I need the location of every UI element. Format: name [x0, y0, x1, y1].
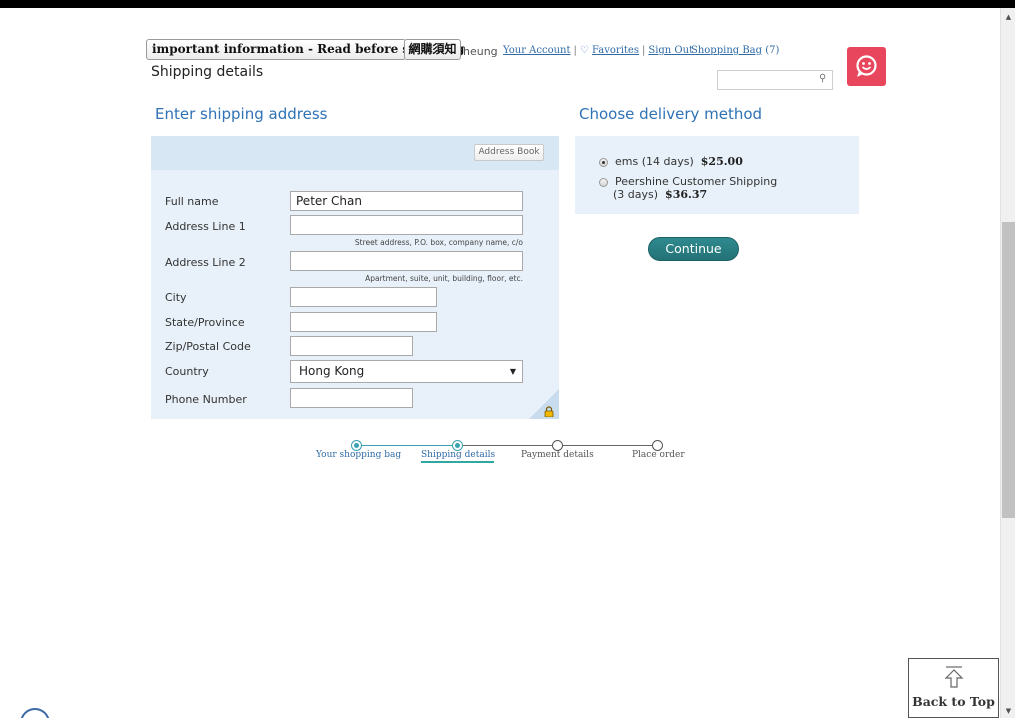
back-to-top-label: Back to Top [912, 694, 995, 709]
peershine-radio[interactable] [599, 178, 608, 187]
current-step-underline [421, 461, 494, 463]
shipping-address-heading: Enter shipping address [155, 105, 328, 123]
chat-widget-button[interactable] [20, 708, 50, 718]
shopping-bag-label: Shopping Bag [691, 45, 763, 56]
search-icon[interactable]: ⚲ [819, 73, 826, 84]
peershine-option-label[interactable]: Peershine Customer Shipping [615, 175, 777, 188]
chevron-down-icon: ▼ [509, 367, 516, 376]
scrollbar-thumb[interactable] [1002, 222, 1015, 518]
favorites-link[interactable]: Favorites [592, 45, 639, 56]
brand-logo[interactable] [847, 47, 886, 86]
address-line-1-field[interactable] [290, 215, 523, 235]
full-name-field[interactable]: Peter Chan [290, 191, 523, 211]
step-your-shopping-bag[interactable]: Your shopping bag [316, 450, 401, 460]
shipping-address-form: Address Book Full name Peter Chan Addres… [151, 136, 559, 419]
your-account-link[interactable]: Your Account [503, 45, 571, 56]
city-field[interactable] [290, 287, 437, 307]
country-select[interactable]: Hong Kong ▼ [290, 360, 523, 383]
vertical-scrollbar[interactable]: ▲ ▼ [1000, 8, 1015, 718]
continue-button[interactable]: Continue [648, 237, 739, 261]
zip-postal-code-field[interactable] [290, 336, 413, 356]
city-label: City [165, 291, 187, 304]
smiley-logo-icon [856, 55, 877, 77]
lock-icon [544, 406, 554, 417]
address-line-2-field[interactable] [290, 251, 523, 271]
progress-connector-done [356, 445, 457, 446]
state-province-field[interactable] [290, 312, 437, 332]
scroll-down-icon[interactable]: ▼ [1001, 706, 1015, 716]
nav-separator: | [641, 45, 646, 56]
shopping-bag-count: (7) [765, 45, 780, 56]
scroll-up-icon[interactable]: ▲ [1001, 12, 1015, 22]
peershine-option-details[interactable]: (3 days) $36.37 [613, 188, 707, 201]
address-form-header: Address Book [151, 136, 559, 170]
arrow-up-icon [944, 666, 964, 688]
nav-separator: | [573, 45, 577, 56]
peershine-price: $36.37 [665, 188, 708, 201]
address-line-1-hint: Street address, P.O. box, company name, … [354, 238, 523, 247]
full-name-label: Full name [165, 195, 219, 208]
heart-icon: ♡ [579, 45, 589, 56]
address-line-2-label: Address Line 2 [165, 256, 246, 269]
phone-number-label: Phone Number [165, 393, 247, 406]
page-viewport: important information - Read before shop… [0, 8, 1000, 718]
address-line-2-hint: Apartment, suite, unit, building, floor,… [365, 274, 523, 283]
account-nav: Your Account | ♡ Favorites | Sign Out [503, 45, 693, 56]
delivery-method-panel: ems (14 days) $25.00 Peershine Customer … [575, 136, 859, 214]
shopping-notice-button[interactable]: 網購須知 [404, 39, 461, 60]
search-input[interactable] [717, 70, 833, 90]
state-province-label: State/Province [165, 316, 245, 329]
ems-radio[interactable] [599, 158, 608, 167]
country-selected-value: Hong Kong [299, 364, 365, 378]
ems-price: $25.00 [700, 155, 743, 168]
address-line-1-label: Address Line 1 [165, 220, 246, 233]
important-information-button[interactable]: important information - Read before shop… [146, 39, 464, 60]
step-payment-details: Payment details [521, 450, 594, 460]
shopping-bag-link[interactable]: Shopping Bag (7) [691, 45, 779, 56]
zip-postal-code-label: Zip/Postal Code [165, 340, 251, 353]
delivery-method-heading: Choose delivery method [579, 105, 763, 123]
step-place-order: Place order [632, 450, 685, 460]
sign-out-link[interactable]: Sign Out [648, 45, 693, 56]
address-book-button[interactable]: Address Book [474, 144, 544, 161]
country-label: Country [165, 365, 209, 378]
step-shipping-details[interactable]: Shipping details [421, 450, 495, 460]
user-name: heung [463, 45, 498, 58]
ems-option-label[interactable]: ems (14 days) $25.00 [615, 155, 743, 168]
back-to-top-button[interactable]: Back to Top [908, 658, 999, 718]
page-title: Shipping details [151, 64, 264, 80]
phone-number-field[interactable] [290, 388, 413, 408]
